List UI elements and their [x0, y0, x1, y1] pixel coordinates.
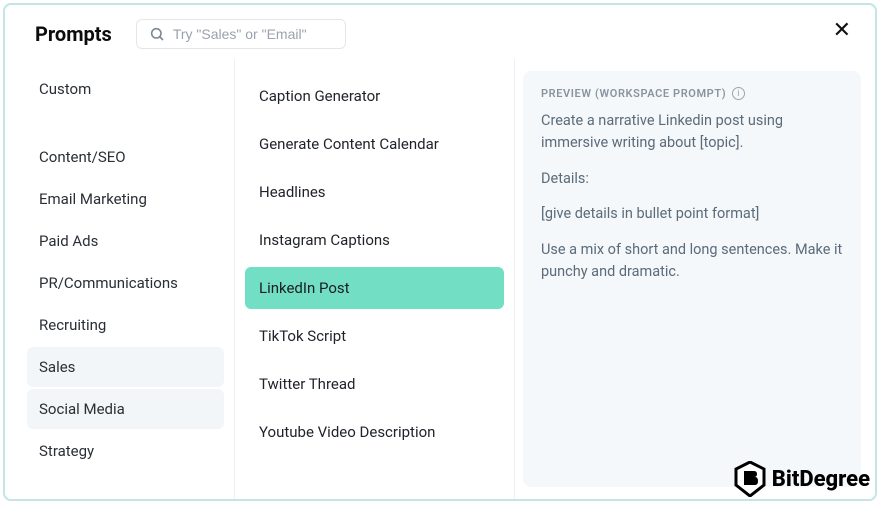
prompts-modal: Prompts ✕ Custom Content/SEO Email Marke…: [3, 3, 877, 501]
prompt-item-youtube-video-description[interactable]: Youtube Video Description: [245, 411, 504, 453]
sidebar-item-label: Social Media: [39, 400, 125, 418]
prompt-item-label: Twitter Thread: [259, 375, 355, 393]
sidebar-item-email-marketing[interactable]: Email Marketing: [27, 179, 224, 219]
search-input[interactable]: [173, 26, 333, 42]
prompt-item-generate-content-calendar[interactable]: Generate Content Calendar: [245, 123, 504, 165]
prompt-item-label: Caption Generator: [259, 87, 380, 105]
preview-paragraph: Create a narrative Linkedin post using i…: [541, 110, 843, 154]
sidebar-item-social-media[interactable]: Social Media: [27, 389, 224, 429]
sidebar-item-label: Paid Ads: [39, 232, 98, 250]
prompt-item-twitter-thread[interactable]: Twitter Thread: [245, 363, 504, 405]
search-field-wrap[interactable]: [136, 19, 346, 49]
info-icon[interactable]: i: [732, 87, 745, 100]
category-sidebar: Custom Content/SEO Email Marketing Paid …: [5, 59, 235, 499]
bitdegree-logo-icon: [734, 461, 766, 497]
prompt-item-label: TikTok Script: [259, 327, 346, 345]
sidebar-divider: [27, 111, 224, 135]
search-icon: [149, 26, 165, 42]
prompt-item-label: Youtube Video Description: [259, 423, 435, 441]
sidebar-item-pr-communications[interactable]: PR/Communications: [27, 263, 224, 303]
preview-paragraph: Use a mix of short and long sentences. M…: [541, 239, 843, 283]
sidebar-item-custom[interactable]: Custom: [27, 69, 224, 109]
prompt-item-label: Headlines: [259, 183, 326, 201]
close-icon: ✕: [833, 17, 851, 42]
sidebar-item-label: Custom: [39, 80, 91, 98]
sidebar-item-strategy[interactable]: Strategy: [27, 431, 224, 471]
sidebar-item-paid-ads[interactable]: Paid Ads: [27, 221, 224, 261]
prompt-item-label: Generate Content Calendar: [259, 135, 439, 153]
modal-header: Prompts ✕: [5, 5, 875, 59]
sidebar-item-label: Sales: [39, 358, 75, 376]
prompt-item-label: LinkedIn Post: [259, 279, 350, 297]
sidebar-item-label: Email Marketing: [39, 190, 147, 208]
sidebar-item-recruiting[interactable]: Recruiting: [27, 305, 224, 345]
preview-body: Create a narrative Linkedin post using i…: [541, 110, 843, 283]
sidebar-item-label: Strategy: [39, 442, 94, 460]
prompt-item-label: Instagram Captions: [259, 231, 390, 249]
close-button[interactable]: ✕: [833, 19, 851, 41]
modal-body: Custom Content/SEO Email Marketing Paid …: [5, 59, 875, 499]
sidebar-item-label: PR/Communications: [39, 274, 178, 292]
preview-paragraph: [give details in bullet point format]: [541, 203, 843, 225]
preview-paragraph: Details:: [541, 168, 843, 190]
prompt-item-headlines[interactable]: Headlines: [245, 171, 504, 213]
prompt-item-caption-generator[interactable]: Caption Generator: [245, 75, 504, 117]
modal-title: Prompts: [35, 22, 112, 46]
sidebar-item-sales[interactable]: Sales: [27, 347, 224, 387]
sidebar-item-label: Content/SEO: [39, 148, 126, 166]
preview-panel: PREVIEW (WORKSPACE PROMPT) i Create a na…: [523, 71, 861, 487]
sidebar-item-label: Recruiting: [39, 316, 106, 334]
prompt-item-linkedin-post[interactable]: LinkedIn Post: [245, 267, 504, 309]
watermark-label: BitDegree: [772, 467, 870, 492]
preview-label-row: PREVIEW (WORKSPACE PROMPT) i: [541, 87, 843, 100]
preview-label-text: PREVIEW (WORKSPACE PROMPT): [541, 87, 726, 100]
watermark: BitDegree: [734, 461, 870, 497]
sidebar-item-content-seo[interactable]: Content/SEO: [27, 137, 224, 177]
prompt-item-tiktok-script[interactable]: TikTok Script: [245, 315, 504, 357]
prompt-list: Caption Generator Generate Content Calen…: [235, 59, 515, 499]
prompt-item-instagram-captions[interactable]: Instagram Captions: [245, 219, 504, 261]
